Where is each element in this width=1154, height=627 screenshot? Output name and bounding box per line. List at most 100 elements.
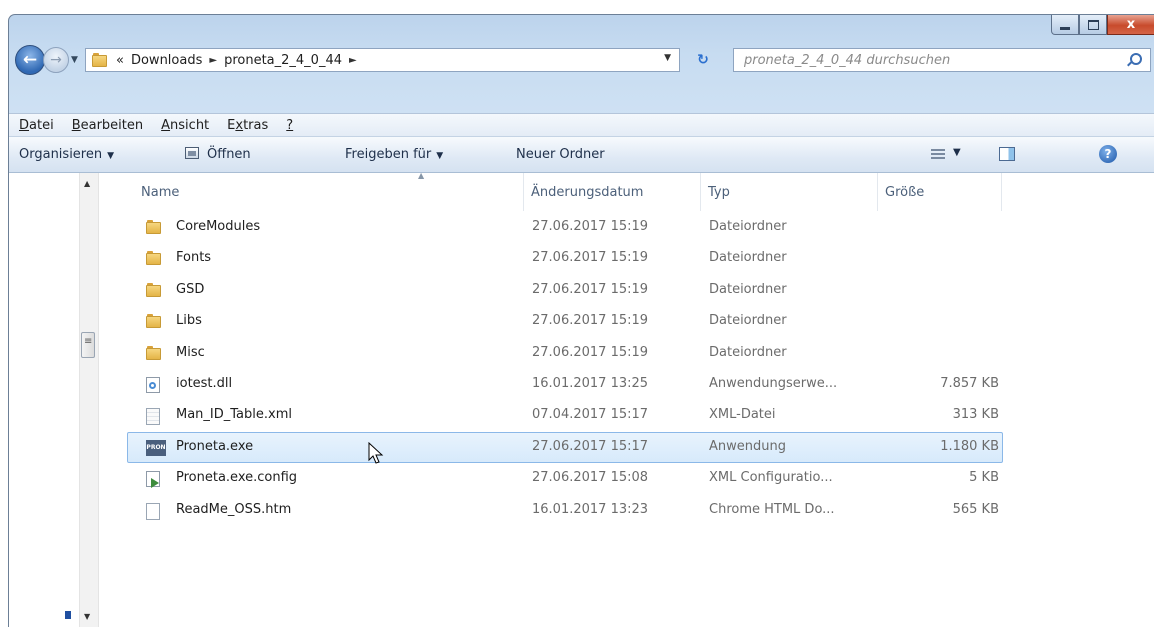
column-date[interactable]: Änderungsdatum: [531, 185, 643, 200]
column-divider[interactable]: [1001, 173, 1002, 211]
file-row[interactable]: Fonts 27.06.2017 15:19 Dateiordner: [127, 243, 1003, 274]
folder-icon: [92, 53, 108, 67]
file-size: 1.180 KB: [940, 438, 999, 454]
menu-bearbeiten-label: earbeiten: [80, 117, 144, 133]
open-label: Öffnen: [207, 147, 251, 162]
file-date: 16.01.2017 13:25: [532, 376, 649, 391]
file-type: Chrome HTML Do...: [709, 501, 835, 517]
column-header: Name ▲ Änderungsdatum Typ Größe: [127, 171, 1127, 211]
menu-bearbeiten-accesskey: B: [71, 117, 81, 133]
file-date: 27.06.2017 15:19: [532, 281, 649, 297]
navigation-bar: ← → ▼ « Downloads ► proneta_2_4_0_44 ► ▼…: [9, 43, 1154, 79]
breadcrumb-downloads[interactable]: Downloads: [131, 53, 202, 68]
search-input[interactable]: proneta_2_4_0_44 durchsuchen: [733, 48, 1151, 72]
menu-ansicht[interactable]: Ansicht: [161, 118, 209, 133]
file-name: Libs: [176, 313, 202, 329]
column-type[interactable]: Typ: [708, 185, 730, 200]
menu-ansicht-label: nsicht: [170, 117, 210, 133]
menu-datei-label: atei: [29, 117, 54, 133]
file-name: iotest.dll: [176, 376, 233, 391]
file-row[interactable]: Libs 27.06.2017 15:19 Dateiordner: [127, 306, 1003, 337]
share-button[interactable]: Freigeben für ▼: [345, 147, 443, 162]
close-icon: x: [1126, 17, 1136, 32]
scroll-down-icon[interactable]: ▼: [84, 612, 90, 621]
command-bar: Organisieren ▼ Öffnen Freigeben für ▼ Neue…: [9, 137, 1154, 173]
new-folder-button[interactable]: Neuer Ordner: [516, 147, 605, 162]
menu-help[interactable]: ?: [286, 118, 293, 133]
sort-ascending-icon: ▲: [418, 171, 425, 180]
file-type: Dateiordner: [709, 281, 787, 297]
folder-icon: [146, 282, 162, 297]
column-name[interactable]: Name: [141, 185, 179, 200]
file-icon: [146, 502, 160, 524]
file-date: 27.06.2017 15:17: [532, 438, 649, 454]
address-dropdown-icon[interactable]: ▼: [664, 53, 671, 63]
file-row[interactable]: Proneta.exe.config 27.06.2017 15:08 XML Co…: [127, 463, 1003, 494]
share-label: Freigeben für: [345, 147, 432, 162]
file-row[interactable]: iotest.dll 16.01.2017 13:25 Anwendungserwe…: [127, 369, 1003, 400]
maximize-icon: [1087, 19, 1099, 30]
menu-datei[interactable]: Datei: [19, 118, 54, 133]
close-button[interactable]: x: [1107, 15, 1154, 35]
explorer-window: x ← → ▼ « Downloads ► proneta_2_4_0_44 ►…: [8, 14, 1154, 627]
file-date: 27.06.2017 15:19: [532, 313, 649, 329]
menu-ansicht-accesskey: A: [161, 117, 171, 133]
forward-button[interactable]: →: [43, 47, 69, 73]
refresh-button[interactable]: ↻: [689, 49, 717, 71]
help-icon[interactable]: ?: [1099, 145, 1117, 163]
menu-extras[interactable]: Extras: [227, 118, 268, 133]
scroll-up-icon[interactable]: ▲: [84, 179, 90, 188]
preview-pane-icon[interactable]: [999, 147, 1015, 161]
address-bar[interactable]: « Downloads ► proneta_2_4_0_44 ► ▼: [85, 48, 680, 72]
content-area: ▲ ▼ Name ▲ Änderungsdatum Typ Größe Core…: [9, 171, 1154, 627]
breadcrumb-proneta[interactable]: proneta_2_4_0_44: [224, 53, 342, 68]
nav-item-icon: [65, 611, 71, 619]
file-icon: [146, 408, 160, 429]
breadcrumb-separator-icon[interactable]: ►: [209, 55, 217, 66]
file-type: Dateiordner: [709, 313, 787, 329]
file-date: 27.06.2017 15:19: [532, 344, 649, 360]
back-button[interactable]: ←: [15, 45, 45, 75]
recent-pages-dropdown[interactable]: ▼: [71, 55, 78, 65]
open-button[interactable]: Öffnen: [185, 147, 251, 162]
maximize-button[interactable]: [1079, 15, 1107, 35]
file-icon: [146, 282, 162, 301]
column-divider[interactable]: [523, 173, 524, 211]
views-icon[interactable]: [931, 149, 945, 160]
file-type: XML-Datei: [709, 407, 776, 423]
file-icon: [146, 220, 162, 238]
file-row[interactable]: GSD 27.06.2017 15:19 Dateiordner: [127, 275, 1003, 306]
dll-file-icon: [146, 377, 160, 393]
column-divider[interactable]: [700, 173, 701, 211]
column-divider[interactable]: [877, 173, 878, 211]
menu-help-accesskey: ?: [286, 117, 294, 133]
file-size: 5 KB: [969, 470, 999, 486]
file-date: 27.06.2017 15:19: [532, 250, 649, 266]
refresh-icon: ↻: [697, 52, 709, 68]
organize-button[interactable]: Organisieren ▼: [19, 147, 114, 162]
file-row[interactable]: PRON Proneta.exe 27.06.2017 15:17 Anwendung…: [127, 431, 1003, 463]
open-icon: [185, 147, 199, 159]
file-row[interactable]: Misc 27.06.2017 15:19 Dateiordner: [127, 338, 1003, 369]
chevron-down-icon: ▼: [436, 151, 444, 161]
views-dropdown-icon[interactable]: ▼: [953, 147, 961, 158]
menu-bearbeiten[interactable]: Bearbeiten: [72, 118, 143, 133]
file-type: Dateiordner: [709, 250, 787, 266]
folder-icon: [146, 220, 162, 234]
column-size[interactable]: Größe: [885, 185, 924, 200]
file-name: ReadMe_OSS.htm: [176, 501, 292, 517]
navigation-scrollbar[interactable]: ▲ ▼: [79, 173, 99, 627]
file-row[interactable]: ReadMe_OSS.htm 16.01.2017 13:23 Chrome HTM…: [127, 495, 1003, 526]
file-row[interactable]: Man_ID_Table.xml 07.04.2017 15:17 XML-Date…: [127, 400, 1003, 431]
breadcrumb-separator-icon[interactable]: ►: [349, 55, 357, 66]
file-row[interactable]: CoreModules 27.06.2017 15:19 Dateiordner: [127, 212, 1003, 243]
minimize-button[interactable]: [1051, 15, 1079, 35]
scrollbar-thumb[interactable]: [81, 332, 95, 358]
breadcrumb-overflow[interactable]: «: [116, 53, 124, 68]
search-icon[interactable]: [1130, 53, 1142, 65]
file-name: Misc: [176, 344, 205, 360]
file-type: XML Configuratio...: [709, 470, 833, 486]
menu-datei-accesskey: D: [19, 117, 30, 133]
file-icon: [146, 314, 162, 332]
forward-arrow-icon: →: [50, 52, 62, 68]
